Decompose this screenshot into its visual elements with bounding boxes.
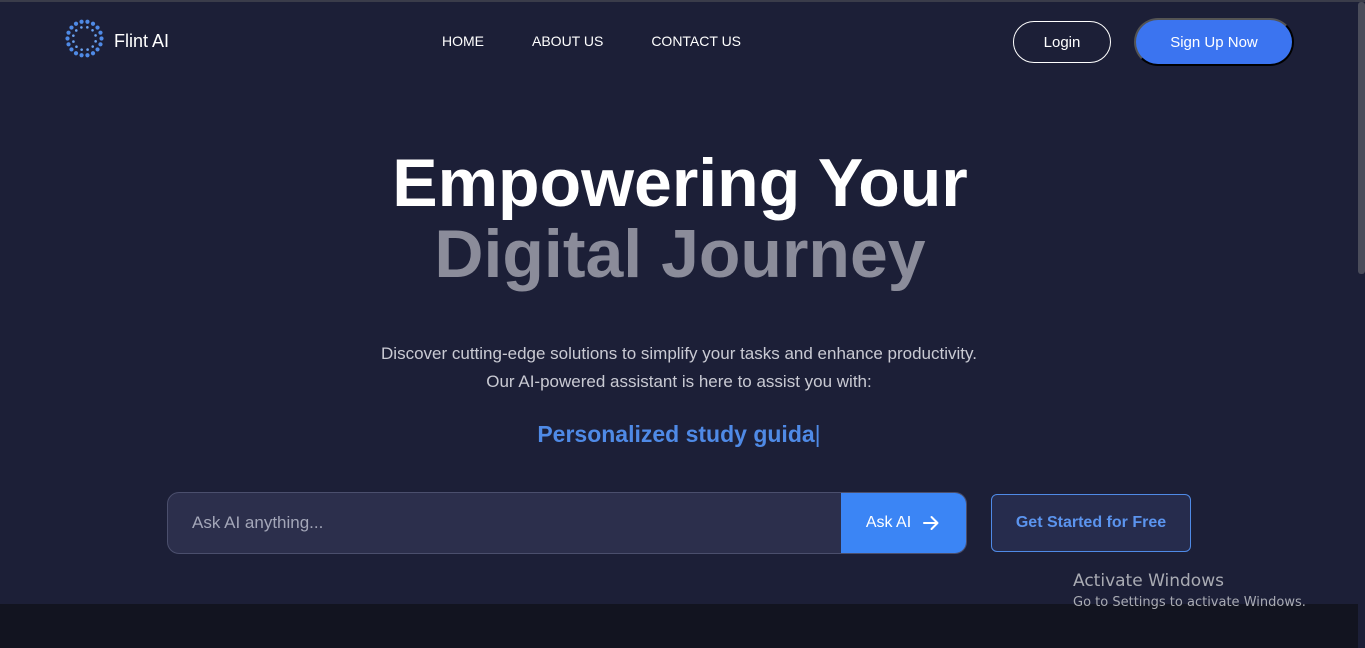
- logo[interactable]: Flint AI: [64, 18, 170, 64]
- scrollbar-thumb[interactable]: [1358, 2, 1365, 274]
- main-nav: HOME ABOUT US CONTACT US: [442, 33, 741, 49]
- hero-title-line2: Digital Journey: [434, 216, 926, 292]
- nav-item-about-us[interactable]: ABOUT US: [532, 33, 603, 49]
- login-button[interactable]: Login: [1013, 21, 1111, 63]
- ask-ai-button[interactable]: Ask AI: [841, 493, 966, 553]
- nav-item-contact-us[interactable]: CONTACT US: [651, 33, 741, 49]
- ask-ai-input[interactable]: [168, 493, 841, 553]
- next-section-edge: [0, 604, 1360, 648]
- ask-ai-button-label: Ask AI: [865, 514, 912, 531]
- typing-text-content: Personalized study guida: [537, 421, 815, 447]
- sign-up-button[interactable]: Sign Up Now: [1134, 18, 1294, 66]
- top-border: [0, 0, 1365, 2]
- hero-title-line1: Empowering Your: [392, 145, 968, 221]
- watermark-title: Activate Windows: [1073, 571, 1224, 591]
- typing-cursor: |: [814, 421, 821, 447]
- nav-item-home[interactable]: HOME: [442, 33, 484, 49]
- watermark-subtitle: Go to Settings to activate Windows.: [1073, 595, 1306, 610]
- ask-ai-form: Ask AI: [167, 492, 967, 554]
- get-started-button[interactable]: Get Started for Free: [991, 494, 1191, 552]
- typing-text: Personalized study guida|: [0, 421, 1358, 448]
- description-line1: Discover cutting-edge solutions to simpl…: [381, 344, 977, 363]
- logo-text: Flint AI: [114, 30, 170, 51]
- description-line2: Our AI-powered assistant is here to assi…: [486, 372, 872, 391]
- hero-description: Discover cutting-edge solutions to simpl…: [0, 340, 1358, 396]
- arrow-right-icon: [923, 516, 939, 530]
- windows-activation-watermark: Activate Windows Go to Settings to activ…: [1073, 571, 1306, 610]
- dotted-circle-logo-icon: [64, 18, 105, 64]
